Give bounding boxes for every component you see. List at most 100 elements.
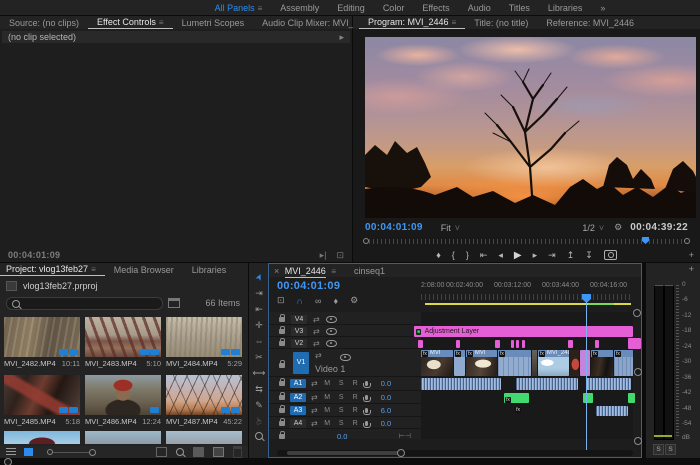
record-arm-button[interactable]: R [351,407,360,414]
record-arm-button[interactable]: R [351,420,360,427]
voiceover-mic-icon[interactable] [362,381,371,388]
tab-source[interactable]: Source: (no clips) [0,18,88,28]
solo-left-button[interactable]: S [653,444,664,455]
voiceover-mic-icon[interactable] [362,395,371,402]
workspace-tab-effects[interactable]: Effects [413,3,458,13]
play-around-icon[interactable]: ▸| [320,250,327,261]
scrubber-right-knob[interactable] [684,238,690,244]
nest-toggle-icon[interactable]: ⊡ [277,295,285,306]
track-volume[interactable]: 0.0 [381,419,391,428]
audio-clip[interactable] [596,406,628,416]
lock-icon[interactable] [279,313,285,322]
program-settings-icon[interactable]: ⚙ [614,222,622,233]
workspace-tab-color[interactable]: Color [374,3,414,13]
razor-tool[interactable]: ✂ [249,349,269,365]
timeline-timecode[interactable]: 00:04:01:09 [277,280,340,292]
new-item-icon[interactable] [213,447,224,457]
tab-libraries[interactable]: Libraries [183,265,236,275]
video-clip[interactable] [570,350,579,376]
pink-clip[interactable] [516,340,519,348]
menu-icon[interactable]: ≡ [159,18,164,27]
slide-tool[interactable]: ⇆ [249,381,269,397]
new-bin-icon[interactable] [193,447,204,457]
lock-icon[interactable] [279,392,285,400]
voiceover-mic-icon[interactable] [362,420,371,428]
workspace-tab-assembly[interactable]: Assembly [271,3,328,13]
sync-lock-icon[interactable]: ⇄ [311,406,318,415]
audio-clip[interactable] [586,378,631,390]
pink-clip[interactable] [568,340,573,348]
step-back-icon[interactable]: ◂ [498,250,503,261]
list-view-icon[interactable] [6,448,16,456]
timeline-zoom-knob[interactable] [633,309,641,317]
voiceover-mic-icon[interactable] [362,408,371,415]
find-icon[interactable] [176,448,184,456]
sync-lock-icon[interactable]: ⇄ [311,419,318,428]
clip-thumbnail[interactable] [166,431,242,444]
track-target-a4[interactable]: A4 [290,418,306,428]
track-target-v1[interactable]: V1 [293,352,309,374]
zoom-tool[interactable] [249,429,269,445]
rate-stretch-tool[interactable]: ⇔ [249,333,269,349]
master-volume[interactable]: 0.0 [337,432,347,441]
pink-clip[interactable] [495,340,500,348]
twirl-arrow-icon[interactable]: ▸ [339,32,344,43]
track-target-v3[interactable]: V3 [291,326,307,336]
lock-icon[interactable] [279,325,285,334]
timeline-settings-icon[interactable]: ⚙ [350,295,358,306]
lock-icon[interactable] [279,417,285,426]
track-volume[interactable]: 6.0 [381,406,391,415]
export-frame-icon[interactable]: ⊡ [336,250,344,261]
solo-button[interactable]: S [337,420,346,427]
program-timecode[interactable]: 00:04:01:09 [365,222,423,233]
vertical-scroll-knob[interactable] [634,368,642,376]
track-volume[interactable]: 0.0 [381,379,391,388]
sync-lock-icon[interactable]: ⇄ [313,327,320,336]
tab-project[interactable]: Project: vlog13feb27 ≡ [0,264,105,276]
video-clip[interactable]: fx [614,350,633,376]
tab-title[interactable]: Title: (no title) [465,18,537,28]
clip-thumbnail[interactable] [4,317,80,357]
clip-thumbnail[interactable] [85,431,161,444]
export-frame-camera-icon[interactable] [603,250,617,260]
lift-icon[interactable]: ↥ [567,250,575,261]
music-clip[interactable] [628,393,635,403]
mute-button[interactable]: M [323,394,332,401]
play-icon[interactable]: ▶ [514,250,522,261]
solo-button[interactable]: S [337,394,346,401]
timeline-playhead-line[interactable] [586,302,587,450]
mute-button[interactable]: M [323,420,332,427]
video-clip[interactable]: fx MVI [466,350,497,376]
track-target-a3[interactable]: A3 [290,406,306,415]
button-editor-plus-icon[interactable]: + [689,250,694,260]
clip-thumbnail[interactable] [4,375,80,415]
snap-icon[interactable]: ∩ [297,296,304,306]
thumbnail-zoom-slider[interactable] [47,448,96,456]
solo-right-button[interactable]: S [665,444,676,455]
video-clip[interactable]: fx MVI_248 [538,350,569,376]
workspace-tab-libraries[interactable]: Libraries [539,3,592,13]
workspace-overflow-icon[interactable]: » [591,3,614,13]
automate-to-sequence-icon[interactable] [156,447,167,457]
track-target-v4[interactable]: V4 [291,314,307,324]
filter-bin-icon[interactable] [168,298,180,308]
track-volume[interactable]: 0.0 [381,393,391,402]
solo-button[interactable]: S [337,380,346,387]
hand-tool[interactable]: ☞ [251,411,267,431]
sync-lock-icon[interactable]: ⇄ [313,339,320,348]
clear-trash-icon[interactable] [233,446,242,458]
clip-thumbnail[interactable] [85,375,161,415]
scrollbar-knob[interactable] [397,449,405,457]
icon-view-icon[interactable] [24,448,33,456]
vertical-scroll-knob[interactable] [634,437,642,445]
linked-selection-icon[interactable]: ∞ [315,296,321,306]
clip-thumbnail[interactable] [85,317,161,357]
fit-dropdown[interactable]: Fit ˅ [441,223,460,233]
add-marker-icon[interactable]: ♦ [436,250,441,260]
timeline-h-scrollbar[interactable] [277,449,633,457]
tab-lumetri-scopes[interactable]: Lumetri Scopes [173,18,254,28]
slip-tool[interactable]: ⟷ [249,365,269,381]
pink-clip[interactable] [628,338,641,349]
lock-icon[interactable] [279,337,285,346]
project-bin-row[interactable]: vlog13feb27.prproj [6,280,98,292]
